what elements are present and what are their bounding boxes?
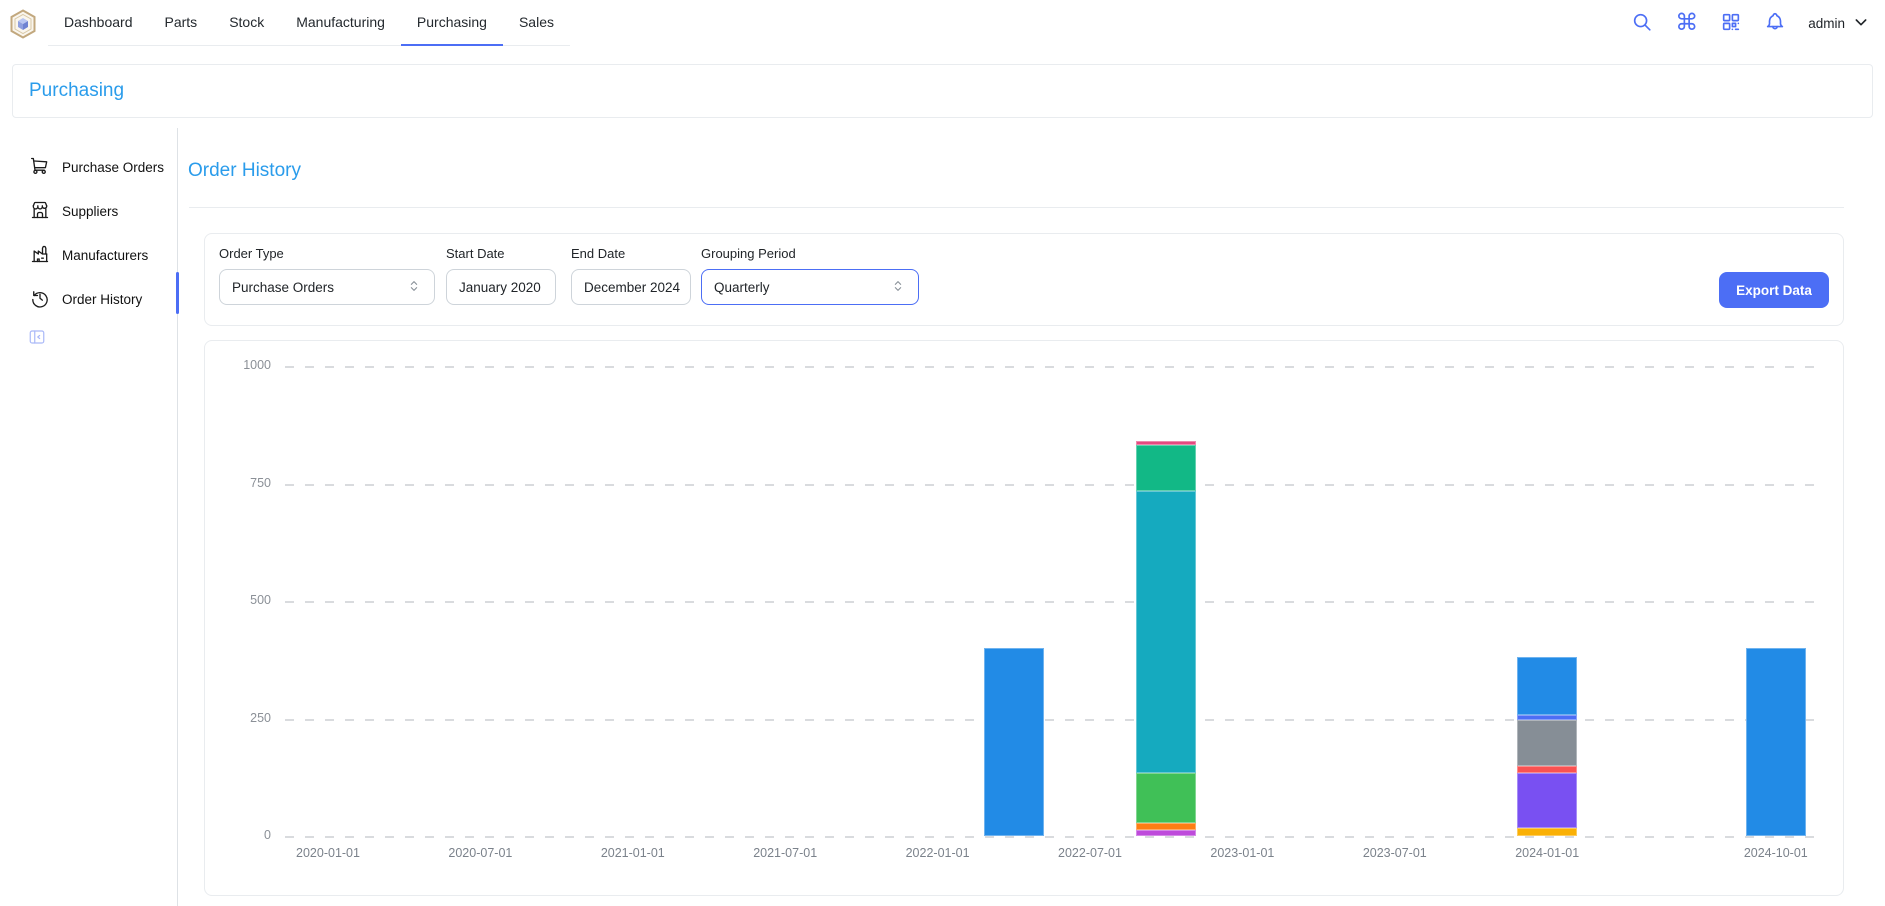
bar-segment bbox=[1136, 441, 1196, 445]
sidebar-item-label: Suppliers bbox=[62, 204, 118, 219]
tab-sales[interactable]: Sales bbox=[503, 0, 570, 46]
end-date-field: End Date December 2024 bbox=[571, 246, 691, 305]
grouping-period-value: Quarterly bbox=[714, 280, 890, 295]
sidebar-divider bbox=[177, 128, 178, 906]
bar-segment bbox=[1517, 720, 1577, 766]
bell-icon bbox=[1764, 11, 1786, 36]
navbar-actions: ⌘ admin bbox=[1631, 0, 1869, 47]
page-header: Purchasing bbox=[12, 64, 1873, 118]
sidebar-item-purchase-orders[interactable]: Purchase Orders bbox=[15, 145, 173, 189]
x-axis-tick-label: 2022-01-01 bbox=[883, 846, 993, 860]
bar-segment bbox=[1517, 766, 1577, 773]
y-axis-tick-label: 0 bbox=[215, 828, 271, 842]
end-date-value: December 2024 bbox=[584, 280, 680, 295]
start-date-input[interactable]: January 2020 bbox=[446, 269, 556, 305]
bar-segment bbox=[1746, 648, 1806, 836]
sidebar-item-suppliers[interactable]: Suppliers bbox=[15, 189, 173, 233]
bar-segment bbox=[1517, 715, 1577, 720]
y-gridline bbox=[285, 366, 1823, 368]
start-date-value: January 2020 bbox=[459, 280, 543, 295]
factory-icon bbox=[30, 244, 50, 267]
search-icon bbox=[1631, 11, 1653, 36]
building-store-icon bbox=[30, 200, 50, 223]
sidebar: Purchase Orders Suppliers Manufacturers bbox=[15, 145, 173, 321]
sidebar-collapse-button[interactable] bbox=[28, 328, 46, 349]
x-axis-tick-label: 2021-07-01 bbox=[730, 846, 840, 860]
section-title: Order History bbox=[188, 160, 301, 182]
sidebar-item-label: Manufacturers bbox=[62, 248, 148, 263]
search-button[interactable] bbox=[1631, 11, 1653, 36]
tab-stock[interactable]: Stock bbox=[213, 0, 280, 46]
bar-segment bbox=[984, 648, 1044, 836]
bar-segment bbox=[1136, 445, 1196, 491]
command-palette-button[interactable]: ⌘ bbox=[1675, 12, 1698, 35]
x-axis-tick-label: 2021-01-01 bbox=[578, 846, 688, 860]
order-type-select[interactable]: Purchase Orders bbox=[219, 269, 435, 305]
x-axis-tick-label: 2020-07-01 bbox=[425, 846, 535, 860]
y-gridline bbox=[285, 601, 1823, 603]
chevron-down-icon bbox=[1853, 14, 1869, 33]
x-axis-tick-label: 2024-01-01 bbox=[1492, 846, 1602, 860]
grouping-period-field: Grouping Period Quarterly bbox=[701, 246, 919, 305]
grouping-period-label: Grouping Period bbox=[701, 246, 919, 261]
sidebar-item-label: Order History bbox=[62, 292, 142, 307]
tab-dashboard[interactable]: Dashboard bbox=[48, 0, 149, 46]
bar-segment bbox=[1136, 830, 1196, 836]
y-axis-tick-label: 250 bbox=[215, 711, 271, 725]
sidebar-item-label: Purchase Orders bbox=[62, 160, 164, 175]
main-tabs: Dashboard Parts Stock Manufacturing Purc… bbox=[48, 0, 570, 46]
barcode-scan-button[interactable] bbox=[1720, 11, 1742, 36]
y-gridline bbox=[285, 719, 1823, 721]
notifications-button[interactable] bbox=[1764, 11, 1786, 36]
x-axis-tick-label: 2020-01-01 bbox=[273, 846, 383, 860]
sidebar-item-manufacturers[interactable]: Manufacturers bbox=[15, 233, 173, 277]
y-axis-tick-label: 750 bbox=[215, 476, 271, 490]
order-history-chart: 0 250 500 750 1000 2020-01-01 2020-07-01 2021-0… bbox=[204, 340, 1844, 896]
user-menu[interactable]: admin bbox=[1808, 14, 1869, 33]
page-title: Purchasing bbox=[29, 80, 124, 102]
bar-segment bbox=[1136, 773, 1196, 823]
order-type-field: Order Type Purchase Orders bbox=[219, 246, 435, 305]
order-type-label: Order Type bbox=[219, 246, 435, 261]
top-navbar: Dashboard Parts Stock Manufacturing Purc… bbox=[0, 0, 1885, 47]
bar-segment bbox=[1136, 491, 1196, 773]
bar-segment bbox=[1136, 823, 1196, 830]
bar-segment bbox=[1517, 828, 1577, 836]
tab-manufacturing[interactable]: Manufacturing bbox=[280, 0, 401, 46]
app-logo[interactable] bbox=[8, 9, 38, 39]
start-date-field: Start Date January 2020 bbox=[446, 246, 556, 305]
sidebar-active-indicator bbox=[176, 272, 179, 314]
grouping-period-select[interactable]: Quarterly bbox=[701, 269, 919, 305]
bar-segment bbox=[1517, 773, 1577, 828]
history-icon bbox=[30, 288, 50, 311]
qrcode-icon bbox=[1720, 11, 1742, 36]
end-date-label: End Date bbox=[571, 246, 691, 261]
export-data-button[interactable]: Export Data bbox=[1719, 272, 1829, 308]
y-gridline bbox=[285, 836, 1823, 838]
start-date-label: Start Date bbox=[446, 246, 556, 261]
chart-plot-area: 0 250 500 750 1000 2020-01-01 2020-07-01 2021-0… bbox=[205, 341, 1843, 895]
sidebar-collapse-icon bbox=[28, 334, 46, 349]
chevron-selector-icon bbox=[406, 278, 422, 297]
y-axis-tick-label: 500 bbox=[215, 593, 271, 607]
y-axis-tick-label: 1000 bbox=[215, 358, 271, 372]
shopping-cart-icon bbox=[30, 156, 50, 179]
tab-purchasing[interactable]: Purchasing bbox=[401, 0, 503, 46]
x-axis-tick-label: 2022-07-01 bbox=[1035, 846, 1145, 860]
filter-panel: Order Type Purchase Orders Start Date Ja… bbox=[204, 233, 1844, 326]
username: admin bbox=[1808, 16, 1845, 31]
section-divider bbox=[189, 207, 1844, 208]
chevron-selector-icon bbox=[890, 278, 906, 297]
order-type-value: Purchase Orders bbox=[232, 280, 406, 295]
bar-segment bbox=[1517, 657, 1577, 715]
x-axis-tick-label: 2023-01-01 bbox=[1187, 846, 1297, 860]
tab-parts[interactable]: Parts bbox=[149, 0, 214, 46]
x-axis-tick-label: 2024-10-01 bbox=[1721, 846, 1831, 860]
y-gridline bbox=[285, 484, 1823, 486]
end-date-input[interactable]: December 2024 bbox=[571, 269, 691, 305]
command-icon: ⌘ bbox=[1675, 12, 1698, 35]
x-axis-tick-label: 2023-07-01 bbox=[1340, 846, 1450, 860]
sidebar-item-order-history[interactable]: Order History bbox=[15, 277, 173, 321]
